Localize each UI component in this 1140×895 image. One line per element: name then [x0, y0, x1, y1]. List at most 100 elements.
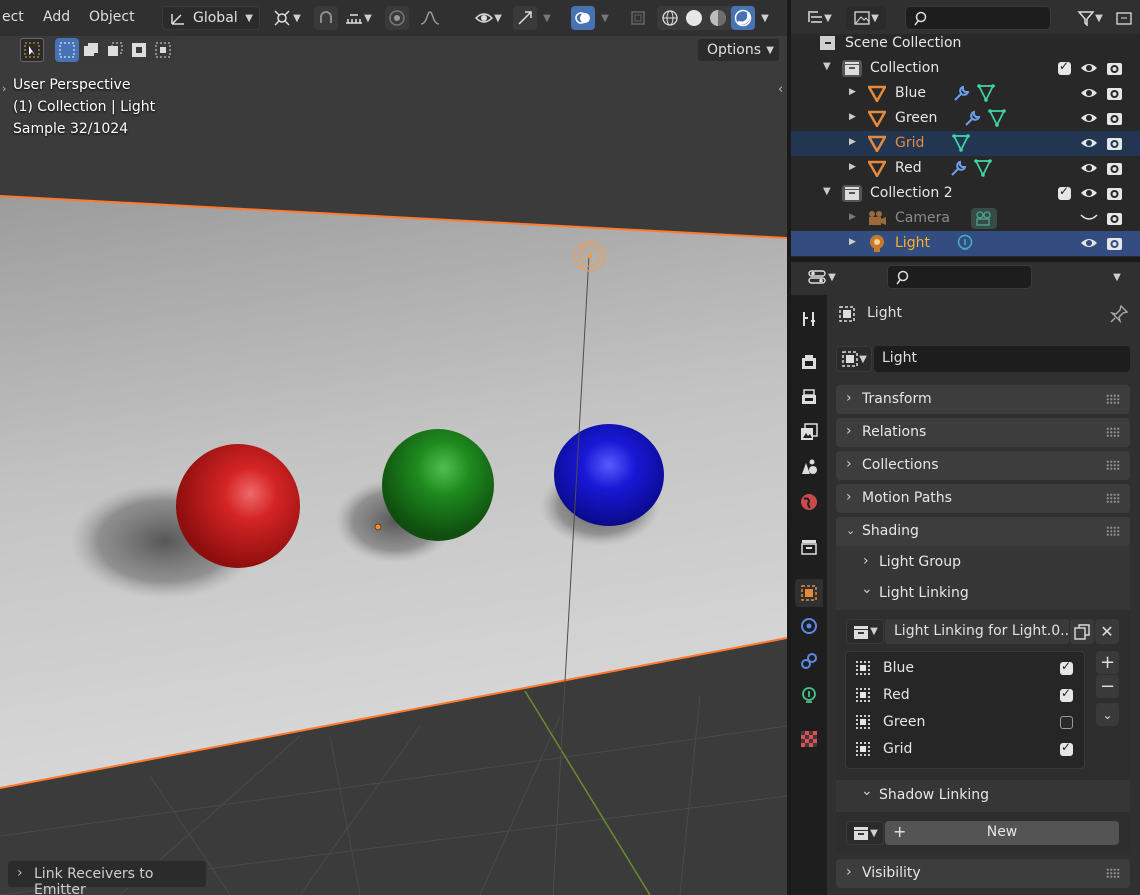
properties-options-dropdown[interactable]: ▼ [1105, 265, 1129, 289]
list-item[interactable]: Green [847, 709, 1083, 736]
camera-render-icon[interactable] [1106, 235, 1123, 251]
light-linking-collection-name[interactable]: Light Linking for Light.0... [885, 619, 1074, 644]
object-name-field[interactable]: Light [874, 346, 1130, 372]
light-data-icon[interactable] [956, 234, 974, 253]
area-divider[interactable] [791, 257, 1140, 262]
drag-handle-icon[interactable] [1106, 526, 1120, 536]
outliner-row-camera[interactable]: ▶ Camera [791, 206, 1140, 231]
xray-toggle[interactable] [626, 6, 650, 30]
outliner-row-grid[interactable]: ▶ Grid [791, 131, 1140, 156]
eye-icon[interactable] [1080, 186, 1098, 200]
receiver-include-checkbox[interactable] [1060, 686, 1073, 702]
duplicate-collection-button[interactable] [1070, 619, 1094, 644]
receiver-include-checkbox[interactable] [1060, 740, 1073, 756]
camera-render-icon[interactable] [1106, 85, 1123, 101]
filter-dropdown[interactable]: ▼ [1070, 6, 1110, 30]
receiver-include-checkbox[interactable] [1060, 716, 1073, 729]
eye-icon[interactable] [1080, 161, 1098, 175]
solid-shading-icon[interactable] [683, 7, 705, 29]
panel-shading[interactable]: ⌄ Shading [836, 517, 1130, 546]
display-mode-dropdown[interactable]: ▼ [801, 6, 837, 30]
proportional-falloff-dropdown[interactable] [411, 6, 449, 30]
list-item[interactable]: Blue [847, 655, 1083, 682]
exclude-checkbox[interactable] [1058, 184, 1071, 200]
shadow-linking-collection-browse[interactable]: ▼ [846, 821, 884, 845]
output-tab-icon[interactable] [798, 386, 820, 408]
outliner-row-blue[interactable]: ▶ Blue [791, 81, 1140, 106]
menu-select[interactable]: ect [2, 9, 24, 25]
physics-tab-icon[interactable] [798, 615, 820, 637]
select-subtract-icon[interactable] [103, 38, 127, 62]
wrench-modifier-icon[interactable] [963, 110, 981, 127]
proportional-edit-toggle[interactable] [385, 6, 409, 30]
subpanel-light-linking[interactable]: ⌄ Light Linking [836, 579, 1130, 608]
sidebar-expand-icon[interactable]: ‹ [778, 82, 783, 97]
view-layer-tab-icon[interactable] [798, 421, 820, 443]
last-operator-panel[interactable]: › Link Receivers to Emitter [7, 860, 207, 895]
remove-receiver-button[interactable]: − [1096, 675, 1119, 698]
object-visibility-dropdown[interactable]: ▼ [469, 6, 507, 30]
eye-icon[interactable] [1080, 86, 1098, 100]
new-collection-button[interactable] [1112, 6, 1136, 30]
tool-tab-icon[interactable] [798, 308, 820, 330]
receiver-include-checkbox[interactable] [1060, 659, 1073, 675]
filter-type-dropdown[interactable]: ▼ [846, 6, 886, 30]
drag-handle-icon[interactable] [1106, 394, 1120, 404]
chevron-right-icon[interactable]: ▶ [849, 112, 856, 122]
camera-data-icon[interactable] [971, 208, 997, 229]
gizmo-dropdown[interactable]: ▼ [540, 6, 554, 30]
select-new-icon[interactable] [55, 38, 79, 62]
light-linking-collection-browse[interactable]: ▼ [846, 619, 884, 644]
outliner-search-input[interactable] [905, 6, 1051, 30]
chevron-right-icon[interactable]: ▶ [849, 137, 856, 147]
select-intersect-icon[interactable] [151, 38, 175, 62]
outliner-row-red[interactable]: ▶ Red [791, 156, 1140, 181]
subpanel-shadow-linking[interactable]: ⌄ Shadow Linking [836, 781, 1130, 810]
chevron-right-icon[interactable]: ▶ [849, 237, 856, 247]
outliner-row-scene-collection[interactable]: Scene Collection [791, 31, 1140, 56]
constraints-tab-icon[interactable] [798, 650, 820, 672]
toolbar-expand-icon[interactable]: › [2, 82, 6, 95]
eye-icon[interactable] [1080, 136, 1098, 150]
drag-handle-icon[interactable] [1106, 427, 1120, 437]
pin-icon[interactable] [1110, 305, 1128, 323]
overlays-toggle[interactable] [571, 6, 595, 30]
mesh-data-icon[interactable] [977, 84, 995, 102]
camera-render-icon[interactable] [1106, 160, 1123, 176]
transform-orientation-dropdown[interactable]: Global ▼ [162, 6, 260, 30]
eye-icon[interactable] [1080, 236, 1098, 250]
snap-toggle[interactable] [314, 6, 338, 30]
eye-icon[interactable] [1080, 61, 1098, 75]
add-receiver-button[interactable]: + [1096, 651, 1119, 674]
drag-handle-icon[interactable] [1106, 493, 1120, 503]
mesh-data-icon[interactable] [952, 134, 970, 152]
menu-add[interactable]: Add [43, 9, 70, 25]
properties-search-input[interactable] [887, 265, 1032, 289]
outliner-row-light[interactable]: ▶ Light [791, 231, 1140, 256]
eye-icon[interactable] [1080, 111, 1098, 125]
chevron-right-icon[interactable]: ▶ [849, 212, 856, 222]
drag-handle-icon[interactable] [1106, 868, 1120, 878]
wrench-modifier-icon[interactable] [952, 85, 970, 102]
select-invert-icon[interactable] [127, 38, 151, 62]
list-item[interactable]: Grid [847, 736, 1083, 763]
outliner-row-collection[interactable]: ▼ Collection [791, 56, 1140, 81]
panel-transform[interactable]: › Transform [836, 385, 1130, 414]
chevron-right-icon[interactable]: ▶ [849, 162, 856, 172]
chevron-right-icon[interactable]: ▶ [849, 87, 856, 97]
panel-relations[interactable]: › Relations [836, 418, 1130, 447]
options-dropdown[interactable]: Options ▼ [697, 38, 780, 62]
scene-tab-icon[interactable] [798, 456, 820, 478]
unlink-collection-button[interactable]: ✕ [1095, 619, 1119, 644]
list-menu-dropdown[interactable]: ⌄ [1096, 703, 1119, 726]
panel-visibility[interactable]: › Visibility [836, 859, 1130, 888]
mesh-data-icon[interactable] [988, 109, 1006, 127]
camera-render-icon[interactable] [1106, 135, 1123, 151]
collection-tab-icon[interactable] [798, 536, 820, 558]
outliner-row-green[interactable]: ▶ Green [791, 106, 1140, 131]
camera-render-icon[interactable] [1106, 110, 1123, 126]
snap-target-dropdown[interactable]: ▼ [339, 6, 377, 30]
wrench-modifier-icon[interactable] [949, 160, 967, 177]
exclude-checkbox[interactable] [1058, 59, 1071, 75]
editor-type-dropdown[interactable]: ▼ [803, 265, 841, 289]
